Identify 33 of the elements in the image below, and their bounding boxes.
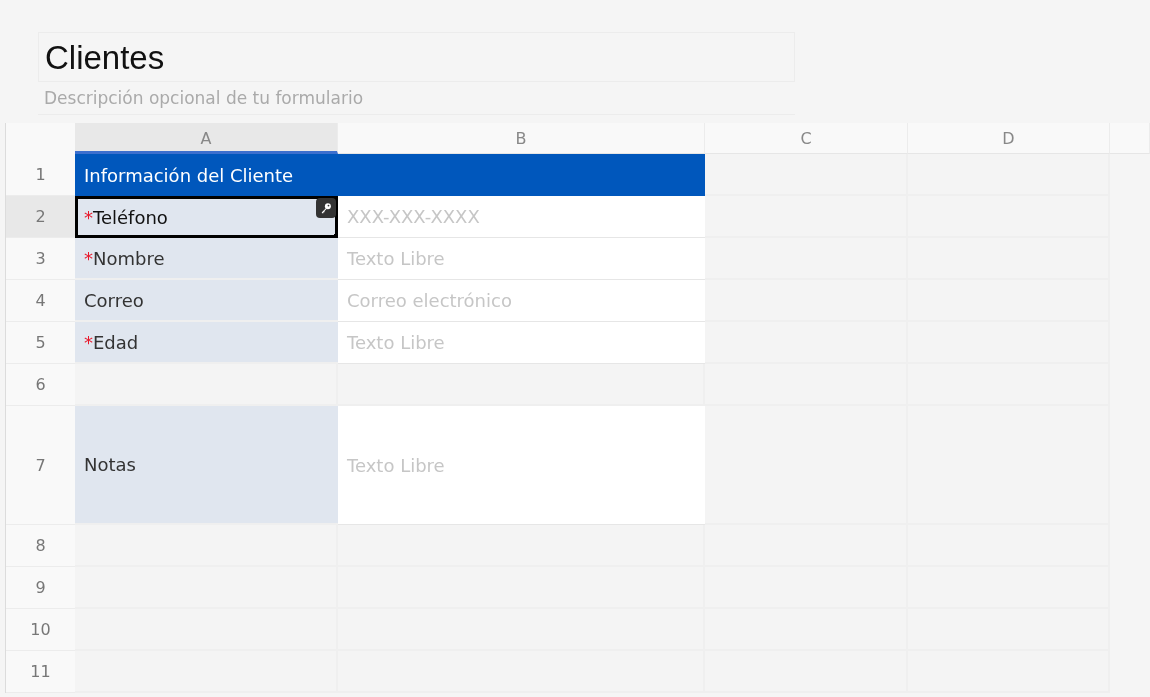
column-header[interactable]: B	[338, 123, 705, 154]
row-header[interactable]: 6	[6, 364, 75, 406]
label-cell[interactable]: Notas	[75, 406, 338, 525]
column-header[interactable]: C	[705, 123, 908, 154]
form-description[interactable]: Descripción opcional de tu formulario	[38, 82, 795, 115]
required-mark: *	[84, 331, 93, 353]
column-header[interactable]: A	[75, 123, 338, 154]
field-label: *Teléfono	[84, 206, 168, 228]
row-header[interactable]: 8	[6, 525, 75, 567]
row-header[interactable]: 7	[6, 406, 75, 525]
row-header[interactable]: 11	[6, 651, 75, 693]
row-header[interactable]: 9	[6, 567, 75, 609]
corner-cell[interactable]	[6, 123, 75, 155]
section-header: Información del Cliente	[75, 154, 705, 196]
key-icon[interactable]	[316, 198, 336, 218]
column-header[interactable]: D	[908, 123, 1110, 154]
row-header[interactable]: 4	[6, 280, 75, 322]
row-header[interactable]: 3	[6, 238, 75, 280]
label-cell[interactable]: *Nombre	[75, 238, 338, 280]
selected-cell[interactable]: *Teléfono	[75, 196, 338, 238]
row-header[interactable]: 5	[6, 322, 75, 364]
row-header[interactable]: 2	[6, 196, 75, 238]
field-label: *Nombre	[84, 247, 165, 269]
field-label: Correo	[84, 289, 144, 311]
required-mark: *	[84, 206, 93, 228]
form-title[interactable]: Clientes	[38, 32, 795, 82]
field-label: Notas	[84, 454, 136, 475]
label-cell[interactable]: *Edad	[75, 322, 338, 364]
field-label: *Edad	[84, 331, 139, 353]
required-mark: *	[84, 247, 93, 269]
row-header[interactable]: 10	[6, 609, 75, 651]
row-header[interactable]: 1	[6, 154, 75, 196]
label-cell[interactable]: Correo	[75, 280, 338, 322]
